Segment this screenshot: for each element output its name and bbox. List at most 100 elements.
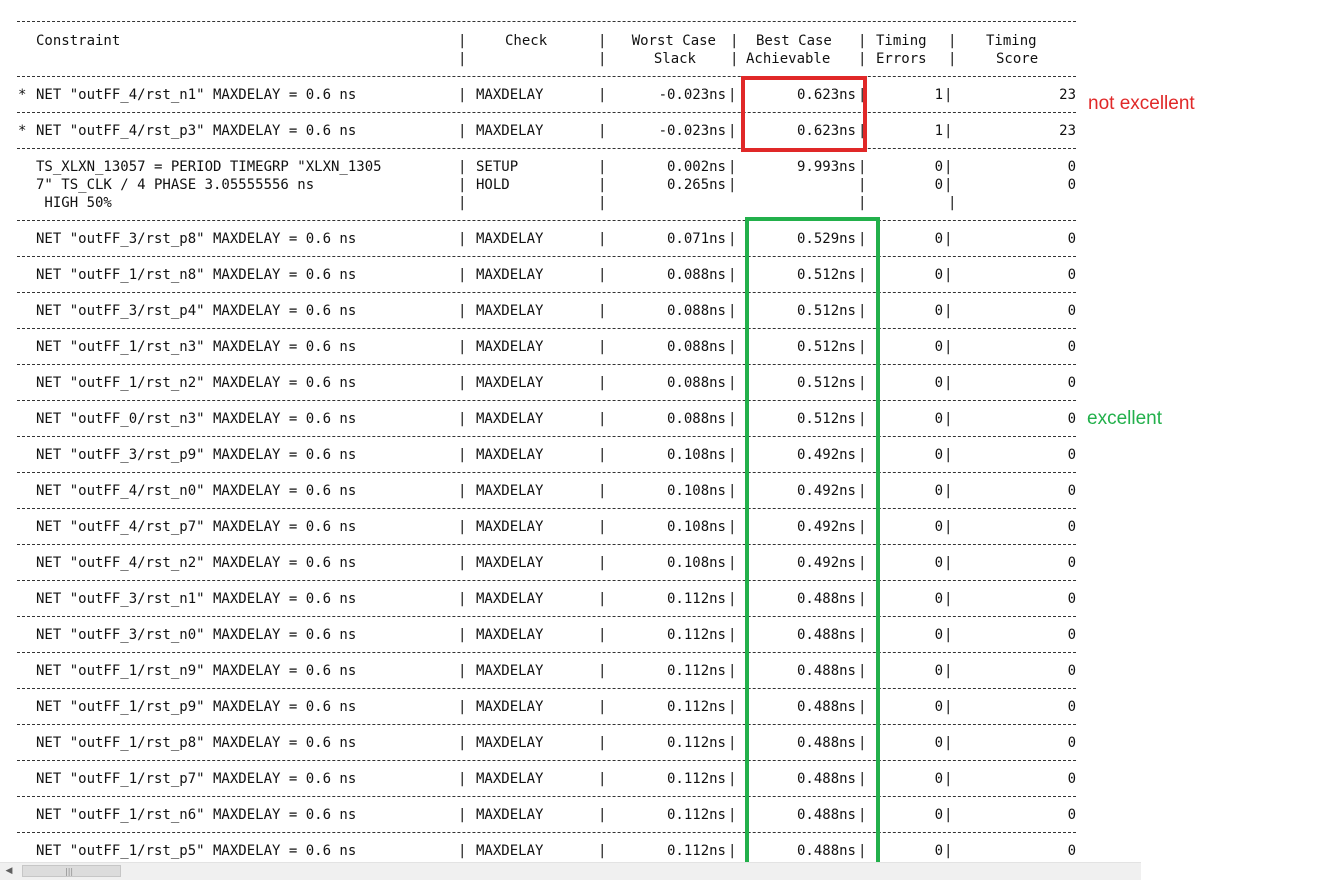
column-separator: | bbox=[944, 339, 953, 355]
period-worst-setup: 0.002ns bbox=[666, 159, 726, 175]
column-separator: | bbox=[728, 267, 737, 283]
header-separator: | bbox=[858, 51, 867, 67]
column-separator: | bbox=[458, 195, 467, 211]
row-check: MAXDELAY bbox=[476, 735, 544, 751]
column-separator: | bbox=[458, 627, 467, 643]
row-constraint: NET "outFF_1/rst_p9" MAXDELAY = 0.6 ns bbox=[36, 699, 357, 715]
column-separator: | bbox=[728, 591, 737, 607]
row-constraint: NET "outFF_1/rst_n2" MAXDELAY = 0.6 ns bbox=[36, 375, 357, 391]
row-failing-marker: * bbox=[18, 123, 27, 139]
row-timing-score: 0 bbox=[1067, 735, 1076, 751]
column-separator: | bbox=[944, 699, 953, 715]
header-separator: | bbox=[458, 33, 467, 49]
row-divider bbox=[17, 148, 1076, 149]
header-constraint: Constraint bbox=[36, 33, 121, 49]
column-separator: | bbox=[728, 771, 737, 787]
row-divider bbox=[17, 400, 1076, 401]
row-divider bbox=[17, 544, 1076, 545]
row-divider bbox=[17, 508, 1076, 509]
row-timing-score: 0 bbox=[1067, 699, 1076, 715]
excellent-highlight-box bbox=[745, 217, 880, 862]
header-separator: | bbox=[730, 33, 739, 49]
header-separator: | bbox=[458, 51, 467, 67]
column-separator: | bbox=[458, 447, 467, 463]
column-separator: | bbox=[728, 177, 737, 193]
column-separator: | bbox=[944, 267, 953, 283]
horizontal-scrollbar[interactable]: ◀ ||| bbox=[0, 862, 1141, 880]
row-timing-score: 0 bbox=[1067, 303, 1076, 319]
column-separator: | bbox=[944, 483, 953, 499]
row-constraint: NET "outFF_3/rst_n1" MAXDELAY = 0.6 ns bbox=[36, 591, 357, 607]
row-worst-case-slack: -0.023ns bbox=[658, 123, 726, 139]
row-constraint: NET "outFF_3/rst_n0" MAXDELAY = 0.6 ns bbox=[36, 627, 357, 643]
row-timing-score: 0 bbox=[1067, 843, 1076, 859]
header-best-case: Best Case bbox=[756, 33, 832, 49]
row-check: MAXDELAY bbox=[476, 843, 544, 859]
annotation-excellent: excellent bbox=[1087, 408, 1162, 429]
row-timing-score: 0 bbox=[1067, 807, 1076, 823]
row-timing-score: 0 bbox=[1067, 591, 1076, 607]
header-timing-errors-2: Errors bbox=[876, 51, 927, 67]
period-errors-setup: 0 bbox=[934, 159, 943, 175]
row-constraint: NET "outFF_3/rst_p9" MAXDELAY = 0.6 ns bbox=[36, 447, 357, 463]
column-separator: | bbox=[944, 303, 953, 319]
column-separator: | bbox=[728, 807, 737, 823]
column-separator: | bbox=[598, 231, 607, 247]
column-separator: | bbox=[598, 807, 607, 823]
scroll-left-arrow-icon[interactable]: ◀ bbox=[2, 863, 16, 880]
row-check: MAXDELAY bbox=[476, 411, 544, 427]
column-separator: | bbox=[728, 627, 737, 643]
header-achievable: Achievable bbox=[746, 51, 831, 67]
row-check: MAXDELAY bbox=[476, 591, 544, 607]
row-worst-case-slack: 0.112ns bbox=[666, 663, 726, 679]
column-separator: | bbox=[458, 267, 467, 283]
row-check: MAXDELAY bbox=[476, 87, 544, 103]
row-check: MAXDELAY bbox=[476, 807, 544, 823]
row-divider bbox=[17, 112, 1076, 113]
row-constraint: NET "outFF_4/rst_p3" MAXDELAY = 0.6 ns bbox=[36, 123, 357, 139]
column-separator: | bbox=[944, 177, 953, 193]
column-separator: | bbox=[944, 87, 953, 103]
row-divider bbox=[17, 796, 1076, 797]
column-separator: | bbox=[728, 159, 737, 175]
row-worst-case-slack: 0.088ns bbox=[666, 267, 726, 283]
row-constraint: NET "outFF_4/rst_n2" MAXDELAY = 0.6 ns bbox=[36, 555, 357, 571]
column-separator: | bbox=[728, 339, 737, 355]
period-constraint-line2: 7" TS_CLK / 4 PHASE 3.05555556 ns bbox=[36, 177, 315, 193]
column-separator: | bbox=[598, 555, 607, 571]
header-timing-score-1: Timing bbox=[986, 33, 1037, 49]
row-worst-case-slack: 0.112ns bbox=[666, 591, 726, 607]
header-separator: | bbox=[730, 51, 739, 67]
header-slack: Slack bbox=[653, 51, 696, 67]
row-check: MAXDELAY bbox=[476, 771, 544, 787]
row-constraint: NET "outFF_1/rst_n3" MAXDELAY = 0.6 ns bbox=[36, 339, 357, 355]
row-check: MAXDELAY bbox=[476, 483, 544, 499]
row-check: MAXDELAY bbox=[476, 231, 544, 247]
row-divider bbox=[17, 328, 1076, 329]
column-separator: | bbox=[944, 735, 953, 751]
row-timing-score: 0 bbox=[1067, 555, 1076, 571]
header-separator: | bbox=[948, 51, 957, 67]
row-timing-score: 0 bbox=[1067, 231, 1076, 247]
row-check: MAXDELAY bbox=[476, 555, 544, 571]
row-constraint: NET "outFF_4/rst_n0" MAXDELAY = 0.6 ns bbox=[36, 483, 357, 499]
row-worst-case-slack: 0.108ns bbox=[666, 555, 726, 571]
row-worst-case-slack: 0.112ns bbox=[666, 735, 726, 751]
header-check: Check bbox=[505, 33, 548, 49]
row-worst-case-slack: 0.088ns bbox=[666, 303, 726, 319]
row-failing-marker: * bbox=[18, 87, 27, 103]
period-check-hold: HOLD bbox=[476, 177, 510, 193]
column-separator: | bbox=[458, 375, 467, 391]
column-separator: | bbox=[598, 375, 607, 391]
row-constraint: NET "outFF_1/rst_p7" MAXDELAY = 0.6 ns bbox=[36, 771, 357, 787]
row-worst-case-slack: 0.112ns bbox=[666, 627, 726, 643]
column-separator: | bbox=[458, 519, 467, 535]
row-divider bbox=[17, 364, 1076, 365]
column-separator: | bbox=[458, 843, 467, 859]
row-worst-case-slack: 0.108ns bbox=[666, 483, 726, 499]
column-separator: | bbox=[728, 303, 737, 319]
column-separator: | bbox=[858, 177, 867, 193]
row-timing-score: 0 bbox=[1067, 267, 1076, 283]
scrollbar-thumb[interactable]: ||| bbox=[22, 865, 121, 877]
row-timing-score: 23 bbox=[1059, 123, 1076, 139]
